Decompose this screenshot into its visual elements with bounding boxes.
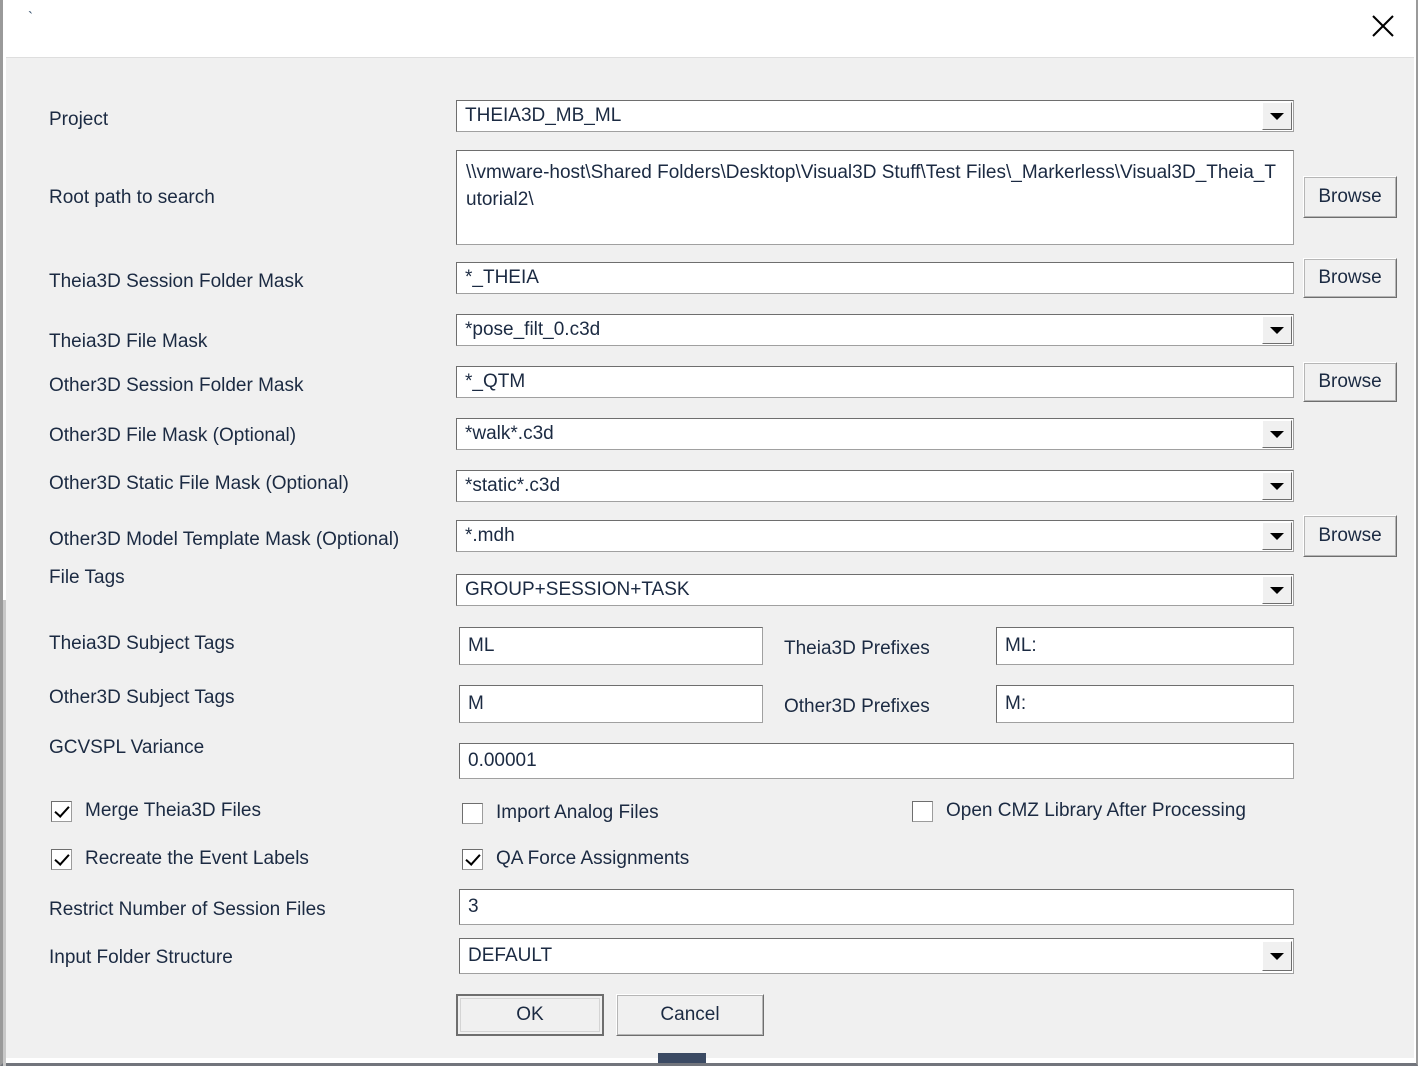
label-other-subject-tags: Other3D Subject Tags: [49, 687, 235, 708]
chevron-down-icon: [1270, 586, 1284, 594]
label-project: Project: [49, 109, 109, 130]
theia-file-mask-input[interactable]: *pose_filt_0.c3d: [456, 314, 1294, 346]
browse-model-template-button[interactable]: Browse: [1303, 515, 1397, 557]
root-path-input[interactable]: \\vmware-host\Shared Folders\Desktop\Vis…: [456, 150, 1294, 245]
title-bar: `: [3, 0, 1416, 57]
checkbox-box: [51, 800, 72, 822]
window-title: `: [28, 9, 33, 26]
ok-button[interactable]: OK: [456, 994, 604, 1036]
other-model-template-dropdown-arrow[interactable]: [1262, 522, 1292, 550]
checkbox-label: Open CMZ Library After Processing: [946, 800, 1246, 821]
checkbox-label: Merge Theia3D Files: [85, 800, 262, 821]
file-tags-dropdown-arrow[interactable]: [1262, 576, 1292, 604]
checkbox-merge-theia[interactable]: Merge Theia3D Files: [51, 800, 261, 822]
project-dropdown-arrow[interactable]: [1262, 102, 1292, 130]
label-other-model-template-mask: Other3D Model Template Mask (Optional): [49, 529, 400, 550]
background-window-sliver: [658, 1053, 706, 1063]
dialog-window: ` Project THEIA3D_MB_ML Root path to sea…: [0, 0, 1418, 1066]
input-folder-structure-input[interactable]: DEFAULT: [459, 938, 1294, 974]
label-theia-file-mask: Theia3D File Mask: [49, 331, 208, 352]
background-window-edge: [3, 600, 6, 1066]
project-input[interactable]: THEIA3D_MB_ML: [456, 100, 1294, 132]
checkbox-recreate-events[interactable]: Recreate the Event Labels: [51, 848, 309, 870]
browse-root-path-button[interactable]: Browse: [1303, 176, 1397, 218]
theia-prefixes-input[interactable]: ML:: [996, 627, 1294, 665]
label-theia-session-mask: Theia3D Session Folder Mask: [49, 271, 304, 292]
checkbox-qa-force[interactable]: QA Force Assignments: [462, 848, 689, 870]
checkbox-box: [462, 802, 483, 824]
other-subject-tags-input[interactable]: M: [459, 685, 763, 723]
other-static-mask-input[interactable]: *static*.c3d: [456, 470, 1294, 502]
chevron-down-icon: [1270, 532, 1284, 540]
label-file-tags: File Tags: [49, 567, 125, 588]
theia-file-mask-dropdown-arrow[interactable]: [1262, 316, 1292, 344]
chevron-down-icon: [1270, 952, 1284, 960]
chevron-down-icon: [1270, 112, 1284, 120]
theia-subject-tags-input[interactable]: ML: [459, 627, 763, 665]
checkbox-box: [912, 800, 933, 822]
checkbox-open-cmz[interactable]: Open CMZ Library After Processing: [912, 800, 1246, 822]
checkbox-box: [51, 848, 72, 870]
browse-theia-session-button[interactable]: Browse: [1303, 258, 1397, 298]
other-file-mask-input[interactable]: *walk*.c3d: [456, 418, 1294, 450]
checkbox-box: [462, 848, 483, 870]
label-gcvspl-variance: GCVSPL Variance: [49, 737, 205, 758]
label-other-session-mask: Other3D Session Folder Mask: [49, 375, 304, 396]
checkbox-label: QA Force Assignments: [496, 848, 690, 869]
input-folder-structure-dropdown-arrow[interactable]: [1262, 941, 1292, 971]
other-static-mask-dropdown-arrow[interactable]: [1262, 472, 1292, 500]
theia-session-mask-input[interactable]: *_THEIA: [456, 262, 1294, 294]
file-tags-input[interactable]: GROUP+SESSION+TASK: [456, 574, 1294, 606]
label-other-file-mask: Other3D File Mask (Optional): [49, 425, 297, 446]
browse-other-session-button[interactable]: Browse: [1303, 362, 1397, 402]
label-other-static-mask: Other3D Static File Mask (Optional): [49, 473, 349, 494]
label-restrict-sessions: Restrict Number of Session Files: [49, 899, 326, 920]
other-model-template-mask-input[interactable]: *.mdh: [456, 520, 1294, 552]
restrict-sessions-input[interactable]: 3: [459, 889, 1294, 925]
chevron-down-icon: [1270, 482, 1284, 490]
checkbox-import-analog[interactable]: Import Analog Files: [462, 802, 659, 824]
label-root-path: Root path to search: [49, 187, 215, 208]
chevron-down-icon: [1270, 326, 1284, 334]
checkbox-label: Recreate the Event Labels: [85, 848, 309, 869]
label-other-prefixes: Other3D Prefixes: [784, 696, 930, 717]
gcvspl-variance-input[interactable]: 0.00001: [459, 743, 1294, 779]
label-theia-subject-tags: Theia3D Subject Tags: [49, 633, 235, 654]
close-icon: [1370, 13, 1396, 39]
checkbox-label: Import Analog Files: [496, 802, 659, 823]
other-file-mask-dropdown-arrow[interactable]: [1262, 420, 1292, 448]
other-prefixes-input[interactable]: M:: [996, 685, 1294, 723]
close-button[interactable]: [1356, 0, 1410, 52]
other-session-mask-input[interactable]: *_QTM: [456, 366, 1294, 398]
label-input-folder-structure: Input Folder Structure: [49, 947, 233, 968]
dialog-content: Project THEIA3D_MB_ML Root path to searc…: [6, 57, 1414, 1058]
label-theia-prefixes: Theia3D Prefixes: [784, 638, 930, 659]
chevron-down-icon: [1270, 430, 1284, 438]
cancel-button[interactable]: Cancel: [616, 994, 764, 1036]
